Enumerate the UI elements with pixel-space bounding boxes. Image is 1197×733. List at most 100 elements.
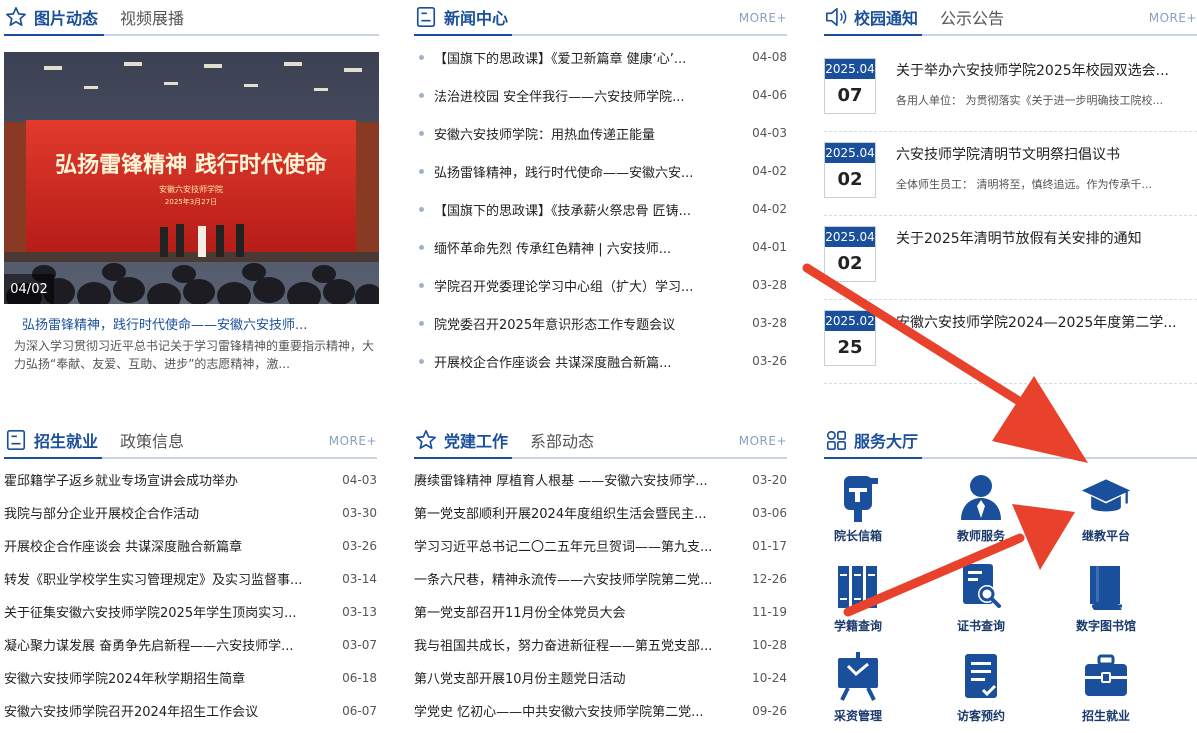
bullet-dot xyxy=(419,244,424,250)
notice-item[interactable]: 2025.04 02 六安技师学院清明节文明祭扫倡议书 全体师生员工： 清明将至，慎终… xyxy=(824,132,1197,216)
news-item[interactable]: 开展校企合作座谈会 共谋深度融合新篇... 03-26 xyxy=(414,342,787,380)
list-item-title[interactable]: 安徽六安技师学院召开2024年招生工作会议 xyxy=(4,701,327,720)
list-item-title[interactable]: 赓续雷锋精神 厚植育人根基 ——安徽六安技师学... xyxy=(414,470,737,489)
list-item-title[interactable]: 第八党支部开展10月份主题党日活动 xyxy=(414,668,737,687)
list-item-title[interactable]: 第一党支部顺利开展2024年度组织生活会暨民主... xyxy=(414,503,737,522)
news-item[interactable]: 院党委召开2025年意识形态工作专题会议 03-28 xyxy=(414,304,787,342)
tab-department-news[interactable]: 系部动态 xyxy=(530,428,594,452)
news-item[interactable]: 安徽六安技师学院：用热血传递正能量 04-03 xyxy=(414,114,787,152)
list-item[interactable]: 霍邱籍学子返乡就业专场宣讲会成功举办 04-03 xyxy=(4,463,377,496)
news-item-title[interactable]: 弘扬雷锋精神，践行时代使命——安徽六安... xyxy=(434,162,735,181)
notice-more-link[interactable]: MORE+ xyxy=(1149,11,1197,25)
list-item[interactable]: 开展校企合作座谈会 共谋深度融合新篇章 03-26 xyxy=(4,529,377,562)
service-admission-employment[interactable]: 招生就业 xyxy=(1061,651,1151,724)
list-item[interactable]: 学习习近平总书记二〇二五年元旦贺词——第九支... 01-17 xyxy=(414,529,787,562)
news-more-link[interactable]: MORE+ xyxy=(739,11,787,25)
list-item[interactable]: 第一党支部召开11月份全体党员大会 11-19 xyxy=(414,595,787,628)
banner-main-text: 弘扬雷锋精神 践行时代使命 xyxy=(55,152,328,178)
news-item-title[interactable]: 院党委召开2025年意识形态工作专题会议 xyxy=(434,314,735,333)
admission-more-link[interactable]: MORE+ xyxy=(329,434,377,448)
service-digital-library[interactable]: 数字图书馆 xyxy=(1061,561,1151,634)
news-item-date: 03-26 xyxy=(752,354,787,368)
list-item[interactable]: 学党史 忆初心——中共安徽六安技师学院第二党... 09-26 xyxy=(414,694,787,727)
news-item[interactable]: 【国旗下的思政课】《技承薪火祭忠骨 匠铸... 04-02 xyxy=(414,190,787,228)
notice-title[interactable]: 安徽六安技师学院2024—2025年度第二学... xyxy=(896,310,1197,332)
mailbox-icon xyxy=(832,471,884,523)
photo-caption-link[interactable]: 弘扬雷锋精神，践行时代使命——安徽六安技师... xyxy=(22,314,362,333)
list-item-title[interactable]: 转发《职业学校学生实习管理规定》及实习监督事... xyxy=(4,569,327,588)
notice-title[interactable]: 六安技师学院清明节文明祭扫倡议书 xyxy=(896,142,1197,164)
service-president-mailbox[interactable]: 院长信箱 xyxy=(813,471,903,544)
news-item[interactable]: 弘扬雷锋精神，践行时代使命——安徽六安... 04-02 xyxy=(414,152,787,190)
service-continuing-education[interactable]: 继教平台 xyxy=(1061,471,1151,544)
service-procurement[interactable]: 采资管理 xyxy=(813,651,903,724)
list-item[interactable]: 我院与部分企业开展校企合作活动 03-30 xyxy=(4,496,377,529)
news-item-title[interactable]: 安徽六安技师学院：用热血传递正能量 xyxy=(434,124,735,143)
news-item-title[interactable]: 【国旗下的思政课】《爱卫新篇章 健康‘心’... xyxy=(434,48,735,67)
service-certificate-query[interactable]: 证书查询 xyxy=(936,561,1026,634)
service-label: 证书查询 xyxy=(956,619,1005,633)
list-item-title[interactable]: 开展校企合作座谈会 共谋深度融合新篇章 xyxy=(4,536,327,555)
notice-year-month: 2025.04 xyxy=(825,143,875,163)
news-item-title[interactable]: 法治进校园 安全伴我行——六安技师学院... xyxy=(434,86,735,105)
service-label: 招生就业 xyxy=(1081,709,1130,723)
list-item-date: 04-03 xyxy=(342,472,377,487)
photo-panel-title[interactable]: 图片动态 xyxy=(34,5,98,29)
party-panel-header: 党建工作 系部动态 MORE+ xyxy=(414,423,787,459)
admission-panel-title[interactable]: 招生就业 xyxy=(34,428,98,452)
notice-title[interactable]: 关于2025年清明节放假有关安排的通知 xyxy=(896,226,1197,248)
party-panel-title[interactable]: 党建工作 xyxy=(444,428,508,452)
notice-item[interactable]: 2025.04 02 关于2025年清明节放假有关安排的通知 xyxy=(824,216,1197,300)
list-item-title[interactable]: 学习习近平总书记二〇二五年元旦贺词——第九支... xyxy=(414,536,737,555)
list-item[interactable]: 赓续雷锋精神 厚植育人根基 ——安徽六安技师学... 03-20 xyxy=(414,463,787,496)
list-item[interactable]: 我与祖国共成长，努力奋进新征程——第五党支部... 10-28 xyxy=(414,628,787,661)
news-item-title[interactable]: 缅怀革命先烈 传承红色精神 | 六安技师... xyxy=(434,238,735,257)
news-photo[interactable]: 弘扬雷锋精神 践行时代使命 安徽六安技师学院 2025年3月27日 04/02 xyxy=(4,52,379,304)
list-item[interactable]: 转发《职业学校学生实习管理规定》及实习监督事... 03-14 xyxy=(4,562,377,595)
list-item[interactable]: 安徽六安技师学院2024年秋学期招生简章 06-18 xyxy=(4,661,377,694)
list-item-title[interactable]: 安徽六安技师学院2024年秋学期招生简章 xyxy=(4,668,327,687)
news-item-title[interactable]: 开展校企合作座谈会 共谋深度融合新篇... xyxy=(434,352,735,371)
admission-panel: 招生就业 政策信息 MORE+ 霍邱籍学子返乡就业专场宣讲会成功举办 04-03 我… xyxy=(4,423,377,727)
list-item[interactable]: 安徽六安技师学院召开2024年招生工作会议 06-07 xyxy=(4,694,377,727)
list-item-title[interactable]: 我院与部分企业开展校企合作活动 xyxy=(4,503,327,522)
tab-policy[interactable]: 政策信息 xyxy=(120,428,184,452)
service-label: 采资管理 xyxy=(833,709,882,723)
news-item[interactable]: 学院召开党委理论学习中心组（扩大）学习... 03-28 xyxy=(414,266,787,304)
notice-panel-title[interactable]: 校园通知 xyxy=(854,5,918,29)
news-item[interactable]: 法治进校园 安全伴我行——六安技师学院... 04-06 xyxy=(414,76,787,114)
news-item-title[interactable]: 学院召开党委理论学习中心组（扩大）学习... xyxy=(434,276,735,295)
list-item-date: 11-19 xyxy=(752,604,787,619)
service-teacher[interactable]: 教师服务 xyxy=(936,471,1026,544)
list-item[interactable]: 关于征集安徽六安技师学院2025年学生顶岗实习... 03-13 xyxy=(4,595,377,628)
news-panel-title[interactable]: 新闻中心 xyxy=(444,5,508,29)
list-item[interactable]: 一条六尺巷，精神永流传——六安技师学院第二党... 12-26 xyxy=(414,562,787,595)
list-item-date: 03-07 xyxy=(342,637,377,652)
list-item-title[interactable]: 第一党支部召开11月份全体党员大会 xyxy=(414,602,737,621)
service-visitor-booking[interactable]: 访客预约 xyxy=(936,651,1026,724)
list-item[interactable]: 凝心聚力谋发展 奋勇争先启新程——六安技师学... 03-07 xyxy=(4,628,377,661)
news-item-title[interactable]: 【国旗下的思政课】《技承薪火祭忠骨 匠铸... xyxy=(434,200,735,219)
list-item-title[interactable]: 凝心聚力谋发展 奋勇争先启新程——六安技师学... xyxy=(4,635,327,654)
news-item[interactable]: 【国旗下的思政课】《爱卫新篇章 健康‘心’... 04-08 xyxy=(414,38,787,76)
service-student-records[interactable]: 学籍查询 xyxy=(813,561,903,634)
list-item-title[interactable]: 学党史 忆初心——中共安徽六安技师学院第二党... xyxy=(414,701,737,720)
news-list: 【国旗下的思政课】《爱卫新篇章 健康‘心’... 04-08 法治进校园 安全伴我行… xyxy=(414,38,787,380)
tab-announcements[interactable]: 公示公告 xyxy=(940,5,1004,29)
list-item-title[interactable]: 一条六尺巷，精神永流传——六安技师学院第二党... xyxy=(414,569,737,588)
party-more-link[interactable]: MORE+ xyxy=(739,434,787,448)
list-item[interactable]: 第一党支部顺利开展2024年度组织生活会暨民主... 03-06 xyxy=(414,496,787,529)
news-item[interactable]: 缅怀革命先烈 传承红色精神 | 六安技师... 04-01 xyxy=(414,228,787,266)
notice-title[interactable]: 关于举办六安技师学院2025年校园双选会... xyxy=(896,58,1197,80)
admission-list: 霍邱籍学子返乡就业专场宣讲会成功举办 04-03 我院与部分企业开展校企合作活动 03… xyxy=(4,463,377,727)
tab-video[interactable]: 视频展播 xyxy=(120,5,184,29)
service-panel-title: 服务大厅 xyxy=(854,432,919,451)
list-item-title[interactable]: 霍邱籍学子返乡就业专场宣讲会成功举办 xyxy=(4,470,327,489)
news-item-date: 04-06 xyxy=(752,88,787,102)
list-item-title[interactable]: 关于征集安徽六安技师学院2025年学生顶岗实习... xyxy=(4,602,327,621)
admission-panel-header: 招生就业 政策信息 MORE+ xyxy=(4,423,377,459)
list-item[interactable]: 第八党支部开展10月份主题党日活动 10-24 xyxy=(414,661,787,694)
list-item-title[interactable]: 我与祖国共成长，努力奋进新征程——第五党支部... xyxy=(414,635,737,654)
notice-item[interactable]: 2025.04 07 关于举办六安技师学院2025年校园双选会... 各用人单位： 为… xyxy=(824,48,1197,132)
notice-item[interactable]: 2025.02 25 安徽六安技师学院2024—2025年度第二学... xyxy=(824,300,1197,384)
